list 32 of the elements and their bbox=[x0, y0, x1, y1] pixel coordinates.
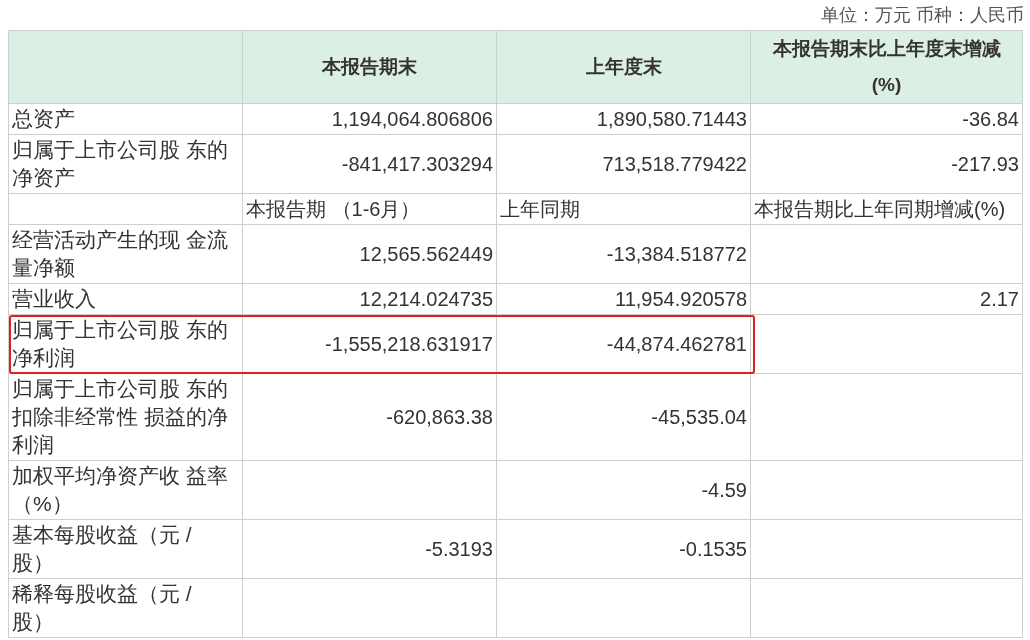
table-cell: 1,194,064.806806 bbox=[242, 103, 497, 135]
column-header: 本报告期末比上年度末增减 (%) bbox=[750, 30, 1023, 104]
row-label: 归属于上市公司股 东的净利润 bbox=[8, 314, 243, 374]
table-cell: 11,954.920578 bbox=[496, 283, 751, 315]
column-header: 上年度末 bbox=[496, 30, 751, 104]
table-cell: 1,890,580.71443 bbox=[496, 103, 751, 135]
row-label: 加权平均净资产收 益率（%） bbox=[8, 460, 243, 520]
row-label: 归属于上市公司股 东的扣除非经常性 损益的净利润 bbox=[8, 373, 243, 461]
subheader-cell: 本报告期 （1-6月） bbox=[242, 193, 497, 225]
unit-note: 单位：万元 币种：人民币 bbox=[821, 4, 1024, 27]
table-cell: -45,535.04 bbox=[496, 373, 751, 461]
table-cell: -36.84 bbox=[750, 103, 1023, 135]
row-label: 总资产 bbox=[8, 103, 243, 135]
row-label: 经营活动产生的现 金流量净额 bbox=[8, 224, 243, 284]
table-cell: -0.1535 bbox=[496, 519, 751, 579]
table-cell: -13,384.518772 bbox=[496, 224, 751, 284]
column-header: 本报告期末 bbox=[242, 30, 497, 104]
table-cell: -217.93 bbox=[750, 134, 1023, 194]
table-cell: -5.3193 bbox=[242, 519, 497, 579]
row-label: 营业收入 bbox=[8, 283, 243, 315]
table-cell: 713,518.779422 bbox=[496, 134, 751, 194]
subheader-cell: 上年同期 bbox=[496, 193, 751, 225]
table-cell: -4.59 bbox=[496, 460, 751, 520]
table-cell: 12,565.562449 bbox=[242, 224, 497, 284]
table-cell: -841,417.303294 bbox=[242, 134, 497, 194]
table-cell: -620,863.38 bbox=[242, 373, 497, 461]
row-label: 稀释每股收益（元 / 股） bbox=[8, 578, 243, 638]
table-cell: 12,214.024735 bbox=[242, 283, 497, 315]
subheader-cell: 本报告期比上年同期增减(%) bbox=[750, 193, 1023, 225]
row-label: 归属于上市公司股 东的净资产 bbox=[8, 134, 243, 194]
row-label: 基本每股收益（元 / 股） bbox=[8, 519, 243, 579]
table-cell: 2.17 bbox=[750, 283, 1023, 315]
